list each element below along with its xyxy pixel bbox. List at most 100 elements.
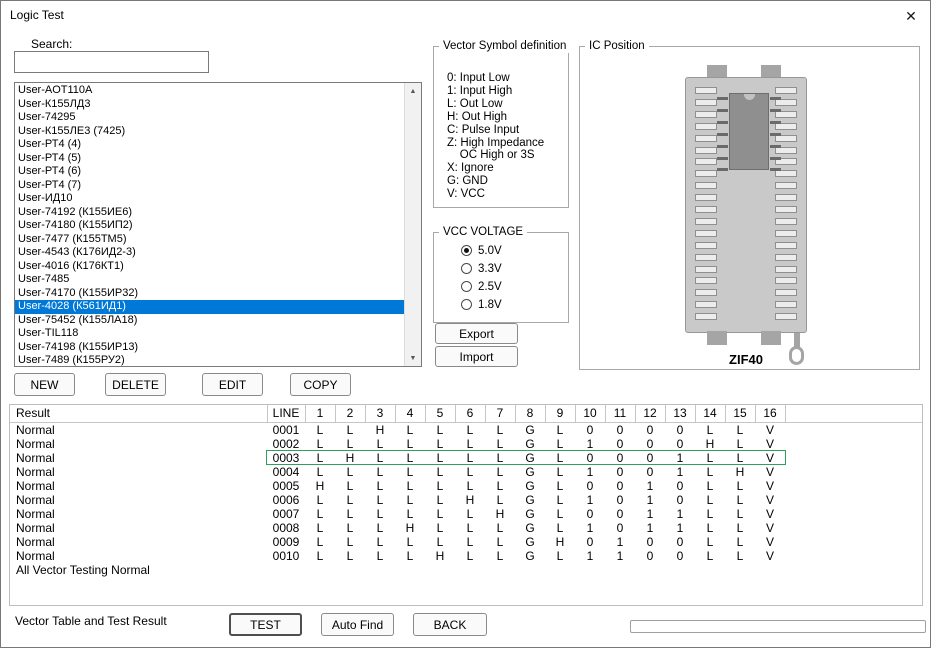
vector-pin-cell: 0	[605, 493, 635, 507]
list-item[interactable]: User-РТ4 (4)	[15, 138, 404, 152]
list-item[interactable]: User-РТ4 (7)	[15, 179, 404, 193]
vector-row[interactable]: Normal0003LHLLLLLGL0001LLV	[10, 451, 922, 465]
vcc-option-3.3v[interactable]: 3.3V	[461, 262, 502, 275]
auto-find-button[interactable]: Auto Find	[321, 613, 394, 636]
test-button[interactable]: TEST	[229, 613, 302, 636]
vector-line-cell: 0001	[267, 422, 305, 437]
column-header[interactable]: 11	[605, 405, 635, 422]
column-header[interactable]: 4	[395, 405, 425, 422]
copy-button[interactable]: COPY	[290, 373, 351, 396]
list-item[interactable]: User-4016 (К176КТ1)	[15, 260, 404, 274]
list-item[interactable]: User-4028 (К561ИД1)	[15, 300, 404, 314]
export-button[interactable]: Export	[435, 323, 518, 344]
column-header[interactable]: 7	[485, 405, 515, 422]
vector-row[interactable]: Normal0008LLLHLLLGL1011LLV	[10, 521, 922, 535]
list-item[interactable]: User-РТ4 (6)	[15, 165, 404, 179]
ic-pin	[770, 97, 781, 100]
vector-pin-cell: 1	[575, 549, 605, 563]
scroll-down-icon[interactable]: ▼	[405, 350, 421, 366]
column-header[interactable]: 6	[455, 405, 485, 422]
pin-slot	[695, 289, 717, 296]
socket-bottom-tab	[707, 331, 727, 345]
vcc-option-5.0v[interactable]: 5.0V	[461, 244, 502, 257]
scroll-up-icon[interactable]: ▲	[405, 83, 421, 99]
pin-slot	[775, 87, 797, 94]
vector-row[interactable]: Normal0004LLLLLLLGL1001LHV	[10, 465, 922, 479]
ic-pin	[770, 109, 781, 112]
list-item[interactable]: User-74192 (К155ИЕ6)	[15, 206, 404, 220]
column-header[interactable]: 3	[365, 405, 395, 422]
vector-line-cell: 0002	[267, 437, 305, 451]
column-header[interactable]: 15	[725, 405, 755, 422]
vector-row[interactable]: Normal0001LLHLLLLGL0000LLV	[10, 422, 922, 437]
pin-slot	[695, 266, 717, 273]
vector-row[interactable]: Normal0010LLLLHLLGL1100LLV	[10, 549, 922, 563]
vcc-option-1.8v[interactable]: 1.8V	[461, 298, 502, 311]
column-header[interactable]: 2	[335, 405, 365, 422]
vector-pin-cell: 0	[665, 479, 695, 493]
list-item[interactable]: User-74198 (К155ИР13)	[15, 341, 404, 355]
vector-pin-cell: L	[455, 507, 485, 521]
vector-row[interactable]: Normal0007LLLLLLHGL0011LLV	[10, 507, 922, 521]
import-button[interactable]: Import	[435, 346, 518, 367]
pin-slot	[695, 301, 717, 308]
list-item[interactable]: User-К155ЛД3	[15, 98, 404, 112]
vector-row[interactable]: Normal0009LLLLLLLGH0100LLV	[10, 535, 922, 549]
list-item[interactable]: User-74180 (К155ИП2)	[15, 219, 404, 233]
column-header[interactable]: 14	[695, 405, 725, 422]
list-item[interactable]: User-75452 (К155ЛА18)	[15, 314, 404, 328]
vector-pin-cell: L	[335, 465, 365, 479]
vector-pin-cell: 0	[635, 549, 665, 563]
list-item[interactable]: User-4543 (К176ИД2-3)	[15, 246, 404, 260]
vector-pin-cell: L	[695, 535, 725, 549]
list-item[interactable]: User-AOT110A	[15, 84, 404, 98]
ic-listbox[interactable]: User-AOT110AUser-К155ЛД3User-74295User-К…	[14, 82, 422, 367]
new-button[interactable]: NEW	[14, 373, 75, 396]
vector-pin-cell: 1	[605, 549, 635, 563]
list-item[interactable]: User-7485	[15, 273, 404, 287]
column-header[interactable]: 10	[575, 405, 605, 422]
list-scrollbar[interactable]: ▲ ▼	[404, 83, 421, 366]
vector-pin-cell: L	[425, 493, 455, 507]
column-header[interactable]: 8	[515, 405, 545, 422]
vector-pin-cell: L	[335, 507, 365, 521]
delete-button[interactable]: DELETE	[105, 373, 166, 396]
list-item[interactable]: User-TIL118	[15, 327, 404, 341]
vector-pin-cell: L	[725, 507, 755, 521]
column-header[interactable]: 13	[665, 405, 695, 422]
column-header[interactable]: LINE	[267, 405, 305, 422]
vector-pin-cell: L	[305, 422, 335, 437]
list-item[interactable]: User-7489 (К155РУ2)	[15, 354, 404, 366]
list-item[interactable]: User-ИД10	[15, 192, 404, 206]
vector-result-cell: Normal	[10, 521, 267, 535]
list-item[interactable]: User-К155ЛЕ3 (7425)	[15, 125, 404, 139]
column-header[interactable]: 16	[755, 405, 785, 422]
column-header[interactable]: 1	[305, 405, 335, 422]
search-input[interactable]	[14, 51, 209, 73]
list-item[interactable]: User-74295	[15, 111, 404, 125]
column-header[interactable]: 5	[425, 405, 455, 422]
list-item[interactable]: User-74170 (К155ИР32)	[15, 287, 404, 301]
vector-row[interactable]: Normal0006LLLLLHLGL1010LLV	[10, 493, 922, 507]
vector-pin-cell: L	[545, 549, 575, 563]
vector-row[interactable]: Normal0002LLLLLLLGL1000HLV	[10, 437, 922, 451]
vector-row[interactable]: Normal0005HLLLLLLGL0010LLV	[10, 479, 922, 493]
pin-slot	[695, 170, 717, 177]
vector-pin-cell: G	[515, 437, 545, 451]
list-item[interactable]: User-7477 (К155ТМ5)	[15, 233, 404, 247]
vcc-option-2.5v[interactable]: 2.5V	[461, 280, 502, 293]
list-item[interactable]: User-РТ4 (5)	[15, 152, 404, 166]
vector-pin-cell: 0	[605, 422, 635, 437]
column-header[interactable]: Result	[10, 405, 267, 422]
back-button[interactable]: BACK	[413, 613, 487, 636]
column-header[interactable]: 9	[545, 405, 575, 422]
vector-pin-cell: H	[365, 422, 395, 437]
column-header[interactable]: 12	[635, 405, 665, 422]
vector-line-cell: 0005	[267, 479, 305, 493]
ic-pin	[770, 157, 781, 160]
vector-pin-cell: L	[335, 479, 365, 493]
close-button[interactable]: ✕	[897, 4, 925, 28]
pin-slot	[775, 313, 797, 320]
edit-button[interactable]: EDIT	[202, 373, 263, 396]
vector-line-cell: 0009	[267, 535, 305, 549]
